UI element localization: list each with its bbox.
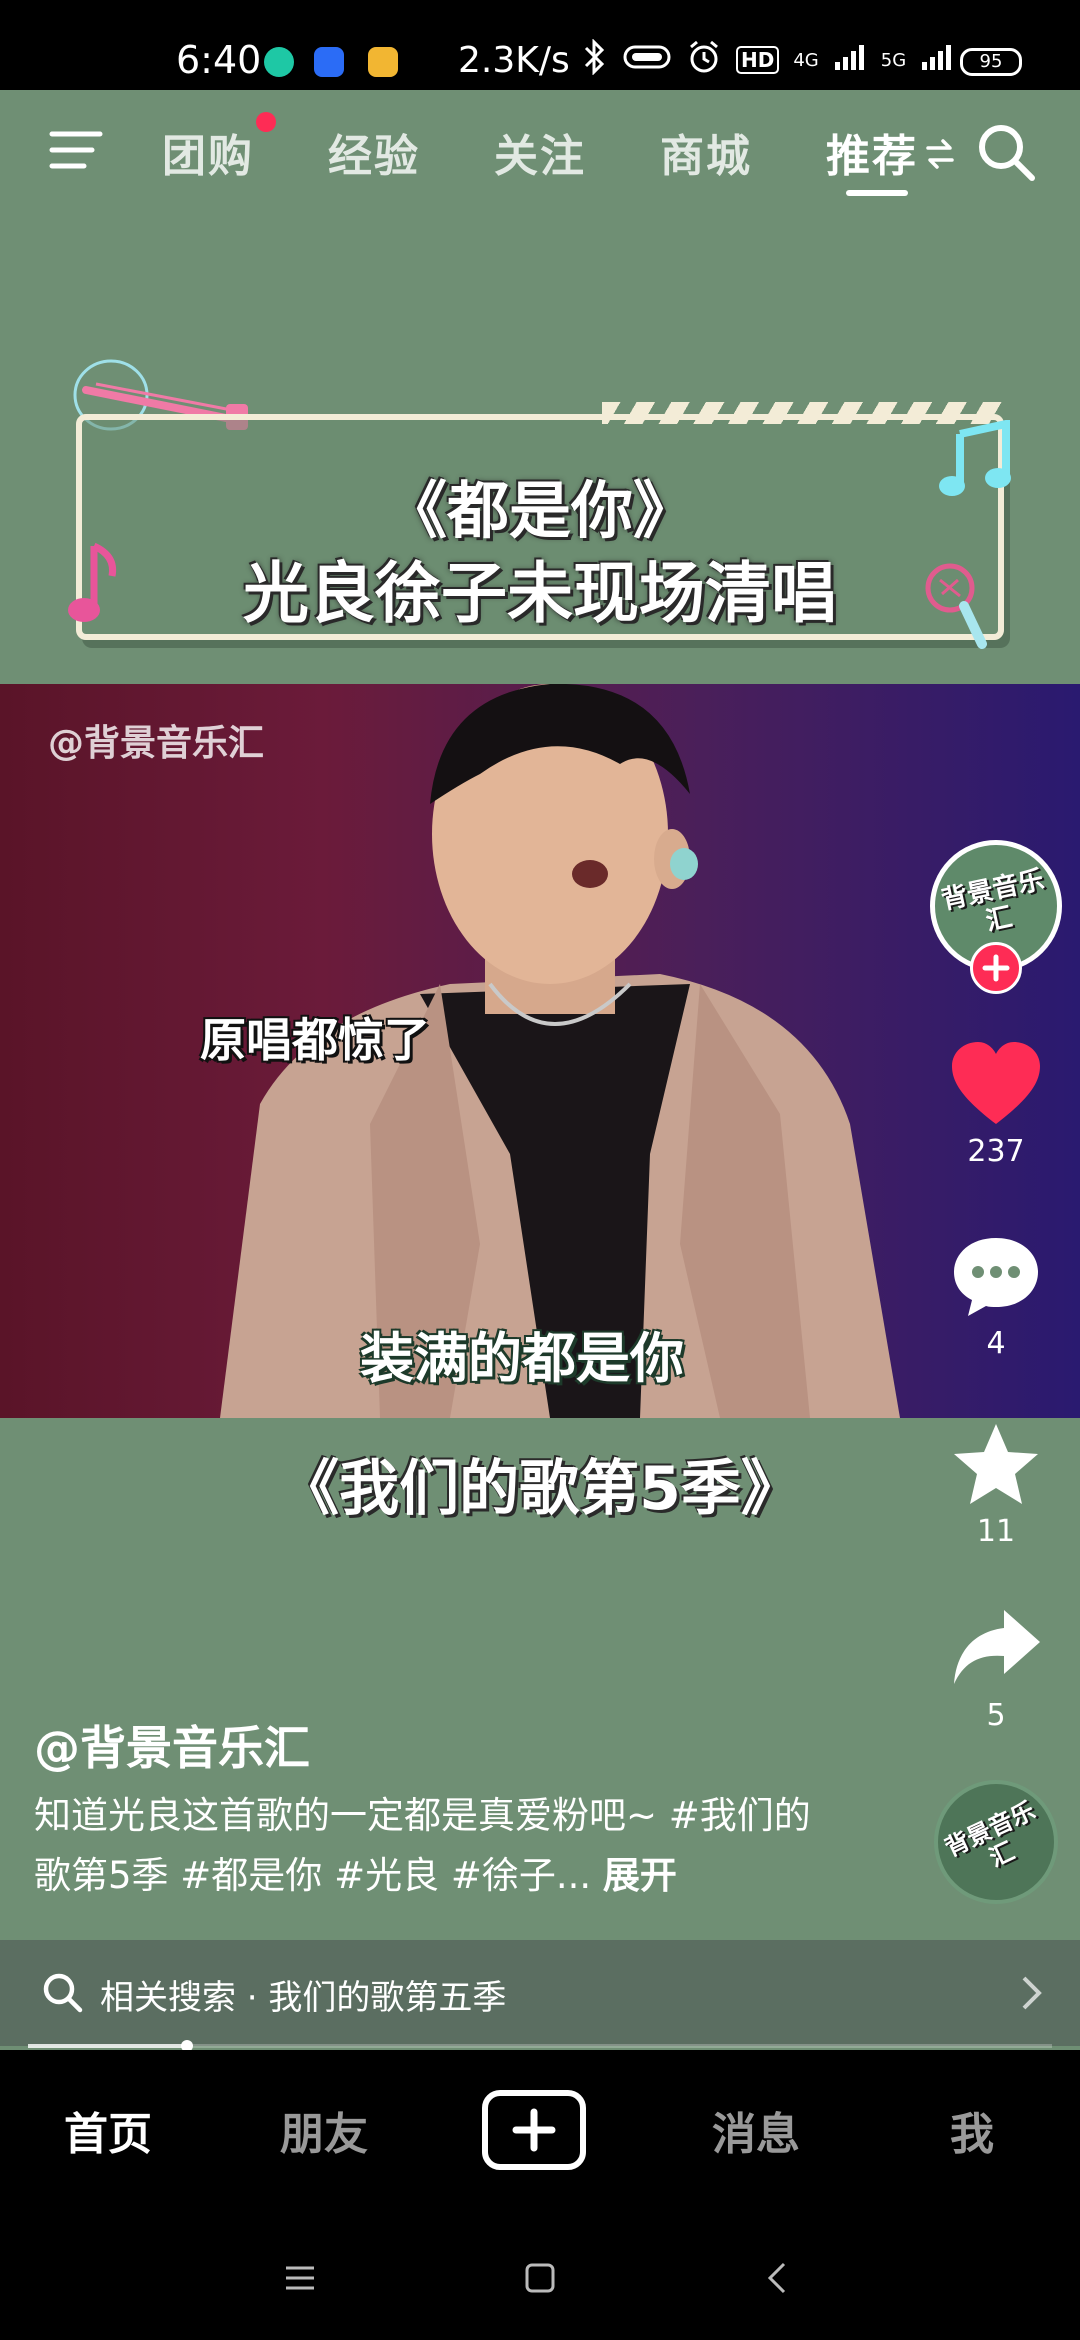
tab-mall[interactable]: 商城 bbox=[660, 120, 752, 184]
create-button[interactable] bbox=[482, 2090, 586, 2170]
tab-following[interactable]: 关注 bbox=[494, 120, 586, 184]
playback-progress[interactable] bbox=[28, 2040, 1052, 2050]
creator-handle[interactable]: @背景音乐汇 bbox=[34, 1712, 310, 1778]
recent-apps-icon[interactable] bbox=[280, 2258, 320, 2298]
banner-description: 光良徐子未现场清唱 bbox=[243, 555, 837, 632]
active-tab-indicator bbox=[846, 190, 908, 196]
related-search-bar[interactable]: 相关搜索 · 我们的歌第五季 bbox=[0, 1940, 1080, 2046]
like-count: 237 bbox=[967, 1134, 1025, 1169]
video-subtitle: 《我们的歌第5季》 bbox=[279, 1454, 801, 1524]
tab-experience[interactable]: 经验 bbox=[328, 120, 420, 184]
microphone-icon bbox=[920, 558, 992, 654]
expand-button[interactable]: 展开 bbox=[603, 1854, 677, 1897]
network-speed: 2.3K/s bbox=[458, 40, 570, 81]
video-player[interactable]: 团购 经验 关注 商城 推荐 《都是你》 光良徐子未现场清唱 @背景音乐汇 原唱… bbox=[0, 90, 1080, 2050]
comment-icon[interactable] bbox=[948, 1232, 1044, 1322]
system-navigation bbox=[0, 2210, 1080, 2340]
top-navigation: 团购 经验 关注 商城 推荐 bbox=[0, 90, 1080, 210]
hd-badge: HD bbox=[736, 46, 780, 74]
banner-song-title: 《都是你》 bbox=[384, 474, 695, 547]
vibrate-icon bbox=[622, 42, 672, 79]
chevron-right-icon bbox=[1020, 1974, 1044, 2012]
nav-home[interactable]: 首页 bbox=[28, 2098, 188, 2162]
swap-arrows-icon[interactable] bbox=[924, 134, 956, 174]
back-icon[interactable] bbox=[758, 2258, 798, 2298]
battery-indicator: 95 bbox=[960, 48, 1022, 76]
follow-button[interactable] bbox=[970, 942, 1022, 994]
nav-me[interactable]: 我 bbox=[892, 2098, 1052, 2162]
share-count: 5 bbox=[986, 1698, 1006, 1733]
progress-knob[interactable] bbox=[180, 2040, 193, 2050]
description-text: 知道光良这首歌的一定都是真爱粉吧~ #我们的歌第5季 #都是你 #光良 #徐子.… bbox=[34, 1794, 811, 1897]
signal-1-icon bbox=[833, 42, 867, 79]
nav-friends[interactable]: 朋友 bbox=[244, 2098, 404, 2162]
tab-recommend[interactable]: 推荐 bbox=[826, 120, 918, 184]
signal-2-icon bbox=[920, 42, 954, 79]
related-search-label: 相关搜索 · 我们的歌第五季 bbox=[100, 1978, 507, 2018]
progress-fill bbox=[28, 2044, 187, 2048]
comment-count: 4 bbox=[986, 1326, 1006, 1361]
video-caption-top: 原唱都惊了 bbox=[200, 1013, 430, 1067]
music-disc[interactable]: 背景音乐汇 bbox=[934, 1780, 1058, 1904]
title-banner: 《都是你》 光良徐子未现场清唱 bbox=[76, 402, 1004, 640]
music-app-icon bbox=[264, 47, 294, 77]
network-5g-label: 5G bbox=[880, 49, 907, 71]
status-bar: 6:40 2.3K/s HD 4G 5G 95 bbox=[0, 0, 1080, 90]
avatar-label: 背景音乐汇 bbox=[938, 864, 1047, 938]
video-caption-bottom: 装满的都是你 bbox=[360, 1327, 684, 1390]
notification-dot bbox=[256, 112, 276, 132]
menu-icon[interactable] bbox=[48, 128, 104, 172]
music-note-icon bbox=[938, 419, 1014, 500]
nav-messages[interactable]: 消息 bbox=[676, 2098, 836, 2162]
home-square-icon[interactable] bbox=[520, 2258, 560, 2298]
bottom-navigation: 首页 朋友 消息 我 bbox=[0, 2050, 1080, 2210]
alarm-icon bbox=[686, 39, 722, 82]
favorite-count: 11 bbox=[976, 1514, 1016, 1549]
paw-app-icon bbox=[314, 47, 344, 77]
video-frame: @背景音乐汇 原唱都惊了 装满的都是你 bbox=[0, 684, 1080, 1418]
search-icon bbox=[40, 1970, 84, 2014]
network-4g-label: 4G bbox=[793, 49, 819, 71]
video-description: 知道光良这首歌的一定都是真爱粉吧~ #我们的歌第5季 #都是你 #光良 #徐子.… bbox=[34, 1786, 834, 1906]
heart-icon[interactable] bbox=[948, 1040, 1044, 1130]
tab-group-buy[interactable]: 团购 bbox=[162, 120, 254, 184]
bluetooth-icon bbox=[580, 37, 608, 82]
status-system-icons: HD 4G 5G bbox=[580, 37, 954, 79]
eighth-note-icon bbox=[64, 540, 124, 630]
music-disc-label: 背景音乐汇 bbox=[940, 1796, 1040, 1873]
search-icon[interactable] bbox=[974, 120, 1038, 184]
card-app-icon bbox=[368, 47, 398, 77]
share-icon[interactable] bbox=[948, 1604, 1044, 1694]
status-time: 6:40 bbox=[176, 38, 262, 82]
star-icon[interactable] bbox=[948, 1420, 1044, 1510]
